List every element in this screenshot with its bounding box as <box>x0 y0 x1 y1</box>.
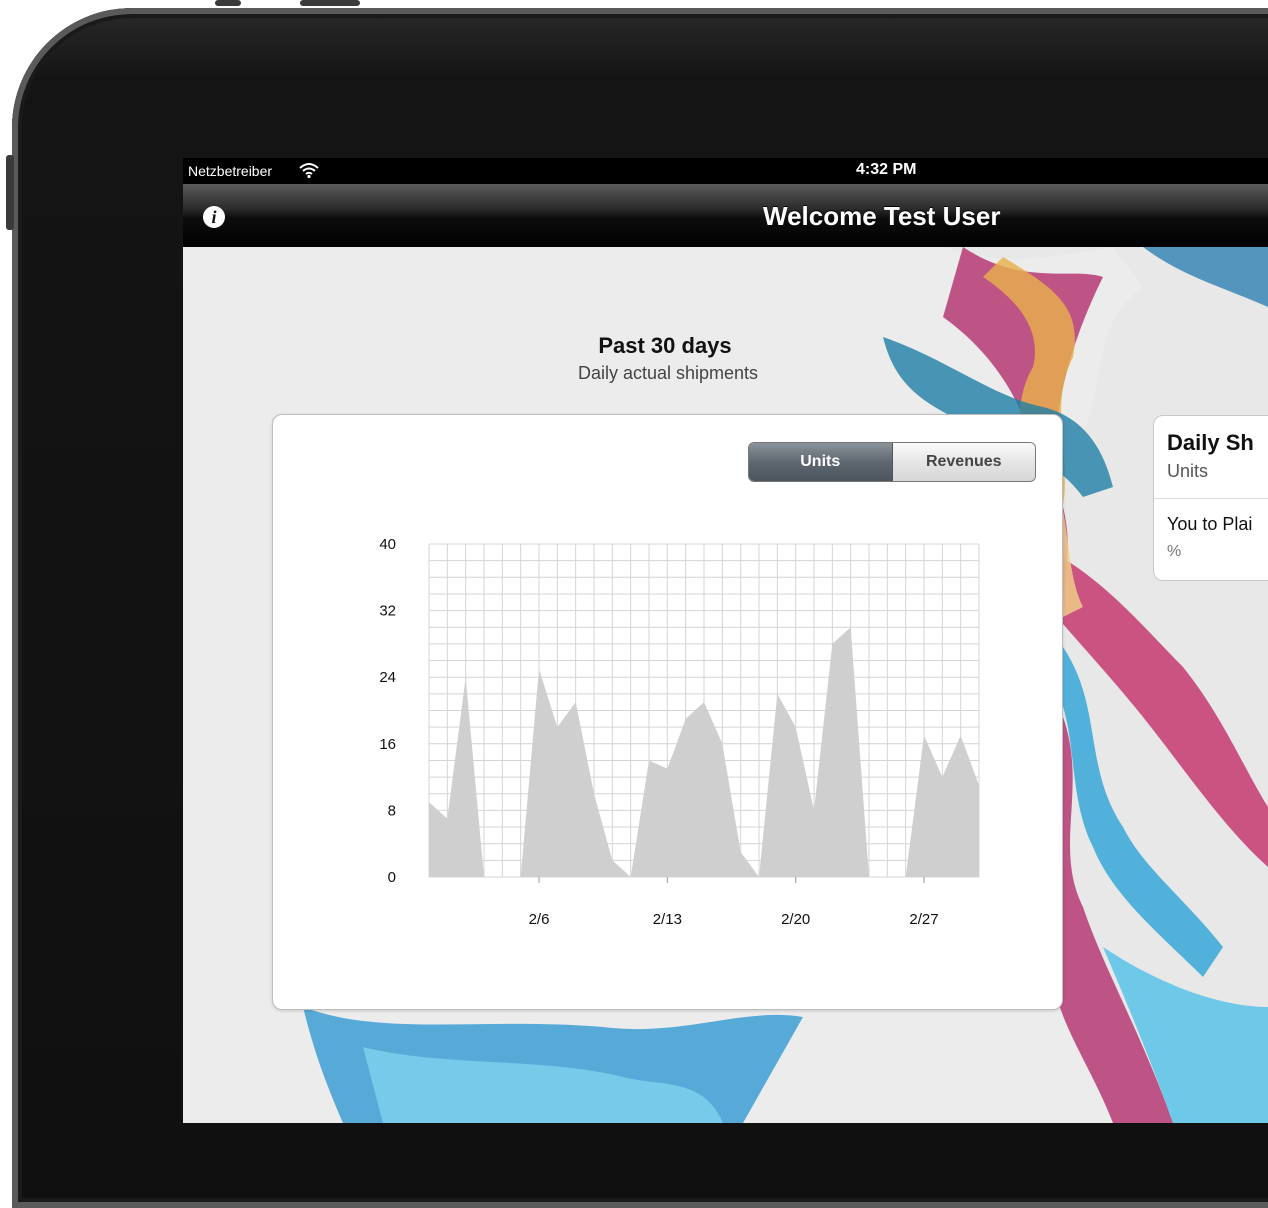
x-tick-label: 2/13 <box>653 911 682 928</box>
chart: 0 8 16 24 32 40 2/6 2/13 2/20 2/27 <box>379 536 980 928</box>
card-title: Daily Sh <box>1167 430 1254 455</box>
y-tick-label: 0 <box>388 869 396 886</box>
navigation-bar: i Welcome Test User <box>183 184 1268 247</box>
nav-title: Welcome Test User <box>763 201 1001 231</box>
area-series-units <box>520 627 869 877</box>
carrier-label: Netzbetreiber <box>188 163 273 179</box>
card-metric-unit: % <box>1167 543 1182 560</box>
card-divider <box>1154 498 1268 499</box>
x-tick-label: 2/6 <box>529 911 550 928</box>
chart-panel: 0 8 16 24 32 40 2/6 2/13 2/20 2/27 Units Revenues <box>272 414 1063 1010</box>
toggle-revenues[interactable]: Revenues <box>892 443 1035 481</box>
x-tick-label: 2/20 <box>781 911 810 928</box>
units-revenues-toggle: Units Revenues <box>748 442 1036 482</box>
device-button-top <box>215 0 241 6</box>
device-screen: Netzbetreiber 4:32 PM i Welcome Test Use… <box>183 158 1268 1123</box>
card-unit: Units <box>1167 461 1209 481</box>
x-tick-label: 2/27 <box>909 911 938 928</box>
y-tick-label: 24 <box>379 669 396 686</box>
device-button-top-wide <box>300 0 360 6</box>
y-tick-label: 8 <box>388 802 396 819</box>
daily-shipments-card[interactable]: Daily Sh Units You to Plai % <box>1153 415 1268 581</box>
card-metric-label: You to Plai <box>1167 514 1253 534</box>
y-tick-label: 40 <box>379 536 396 553</box>
device-mute-switch <box>6 155 14 230</box>
status-time: 4:32 PM <box>856 161 917 178</box>
content-area: Past 30 days Daily actual shipments 0 8 16… <box>183 247 1268 1123</box>
chart-heading: Past 30 days <box>598 333 732 358</box>
wifi-icon <box>298 161 320 183</box>
info-icon[interactable]: i <box>203 206 225 228</box>
toggle-units[interactable]: Units <box>749 443 893 481</box>
y-tick-label: 16 <box>379 736 396 753</box>
y-tick-label: 32 <box>379 603 396 620</box>
chart-subheading: Daily actual shipments <box>577 363 759 383</box>
status-bar: Netzbetreiber 4:32 PM <box>183 158 1268 184</box>
